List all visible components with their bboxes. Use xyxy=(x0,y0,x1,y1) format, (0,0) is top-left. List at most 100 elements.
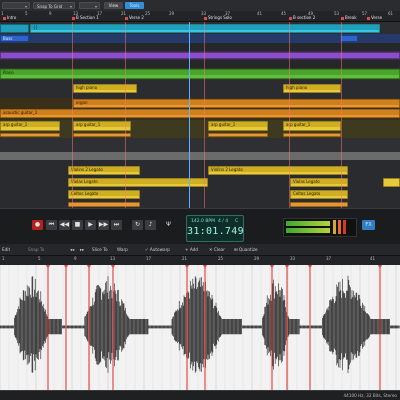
status-bar: 44100 Hz, 32 Bits, Stereo xyxy=(0,390,400,400)
stop-icon: ■ xyxy=(74,221,81,228)
tools-button[interactable]: Tools xyxy=(125,2,144,9)
fx-button[interactable]: FX xyxy=(362,220,375,230)
warp-marker-handle xyxy=(111,265,115,269)
clip-celtos-label: Celtos Legato xyxy=(291,191,347,196)
quantize-button[interactable]: ⊞ Quantize xyxy=(234,246,258,253)
clear-button[interactable]: ✕ Clear xyxy=(209,246,225,253)
ruler-number: 25 xyxy=(218,256,224,261)
marker-verse[interactable]: Verse xyxy=(367,15,382,20)
mode-dropdown[interactable]: ▾ xyxy=(79,2,100,9)
clip-arp-guitar-2[interactable]: arp guitar_1 xyxy=(73,121,131,131)
warp-toggle[interactable]: Warp xyxy=(117,246,128,253)
clip-orange[interactable] xyxy=(68,202,140,207)
view-button[interactable]: View xyxy=(104,2,123,9)
snap-to-dropdown[interactable]: Snap To xyxy=(28,246,44,253)
clip-drums[interactable]: {} xyxy=(30,24,380,33)
clip-orange[interactable] xyxy=(73,133,131,137)
clip-violas-label: Violas Legato xyxy=(69,179,207,184)
clip-celtos-2[interactable]: Celtos Legato xyxy=(290,190,348,199)
metronome-icon: ♪ xyxy=(148,221,153,228)
clip-violas-3[interactable] xyxy=(383,178,400,187)
ruler-number: 41 xyxy=(257,11,263,16)
clip-orange[interactable] xyxy=(283,133,341,137)
clip-arp-guitar-label: arp guitar_1 xyxy=(284,122,340,127)
clip-arp-guitar-1[interactable]: arp guitar_1 xyxy=(0,121,60,131)
clip-synth[interactable] xyxy=(0,52,400,59)
level-meter-left xyxy=(286,221,330,226)
marker-flag-icon xyxy=(204,16,207,20)
marker-line xyxy=(289,22,290,208)
clip-bass[interactable]: Bass xyxy=(0,35,29,42)
marker-intro[interactable]: Intro xyxy=(3,15,16,20)
clip-bass-end[interactable] xyxy=(340,35,358,42)
clip-arp-guitar-label: arp guitar_1 xyxy=(209,122,267,127)
clip-violins-2[interactable]: Violins 2 Legato xyxy=(208,166,348,175)
snap-value-dropdown[interactable]: ▾ xyxy=(2,2,30,9)
edit-tab[interactable]: Edit xyxy=(2,246,10,253)
ruler-number: 29 xyxy=(254,256,260,261)
clip-arp-guitar-label: arp guitar_1 xyxy=(74,122,130,127)
clip-violins-1[interactable]: Violins 2 Legato xyxy=(68,166,140,175)
autowarp-button[interactable]: ✔ Autowarp xyxy=(145,246,170,253)
clip-violins-label: Violins 2 Legato xyxy=(209,167,347,172)
clip-violas-2[interactable]: Violas Legato xyxy=(290,178,348,187)
marker-break[interactable]: Break xyxy=(341,15,357,20)
snap-mode-dropdown[interactable]: Snap To Grid ▾ xyxy=(33,2,75,9)
warp-marker-handle xyxy=(308,265,312,269)
marker-strings-solo[interactable]: Strings Solo xyxy=(204,15,232,20)
prev-icon[interactable]: ◂◂ xyxy=(70,246,74,253)
time-display-panel[interactable]: 142.0 BPM 4 / 4 C 31:01.749 xyxy=(186,215,244,242)
clip-high-piano-2[interactable]: high piano xyxy=(283,84,341,93)
warp-marker-handle xyxy=(285,265,289,269)
clip-violas-1[interactable]: Violas Legato xyxy=(68,178,208,187)
clip-high-piano-label: high piano xyxy=(74,85,136,90)
stop-button[interactable]: ■ xyxy=(72,220,83,230)
clip-orange[interactable] xyxy=(208,133,268,137)
loop-button[interactable]: ↻ xyxy=(132,220,143,230)
metronome-button[interactable]: ♪ xyxy=(145,220,156,230)
playhead[interactable] xyxy=(189,22,190,208)
arrangement-ruler[interactable]: 1 5 9 13 17 21 25 29 33 37 41 45 49 53 5… xyxy=(0,11,400,22)
clip-drums-intro[interactable] xyxy=(0,24,29,33)
rewind-button[interactable]: ⏮ xyxy=(46,220,57,230)
clip-celtos-label: Celtos Legato xyxy=(69,191,139,196)
ruler-number: 25 xyxy=(145,11,151,16)
slice-to-dropdown[interactable]: Slice To xyxy=(92,246,108,253)
arrangement-view[interactable]: {} Bass Piano high piano high piano orga… xyxy=(0,22,400,208)
clip-arp-guitar-4[interactable]: arp guitar_1 xyxy=(283,121,341,131)
editor-toolbar: Edit Snap To ◂◂ ▸▸ Slice To Warp ✔ Autow… xyxy=(0,244,400,256)
clip-orange[interactable] xyxy=(290,202,348,207)
marker-verse-2[interactable]: Verse 2 xyxy=(125,15,144,20)
forward-button[interactable]: ▶▶ xyxy=(98,220,109,230)
marker-b-section-1[interactable]: B Section 1 xyxy=(72,15,99,20)
clip-piano[interactable]: Piano xyxy=(0,69,400,79)
warp-marker-handle xyxy=(185,265,189,269)
ruler-number: 53 xyxy=(334,11,340,16)
record-icon: ● xyxy=(34,221,41,228)
ruler-number: 29 xyxy=(169,11,175,16)
time-readout: 31:01.749 xyxy=(187,226,244,237)
back-button[interactable]: ◀◀ xyxy=(59,220,70,230)
chevron-down-icon: ▾ xyxy=(24,4,27,9)
clip-bass-label: Bass xyxy=(3,36,13,41)
clip-orange[interactable] xyxy=(0,133,60,137)
warp-marker-handle xyxy=(378,265,382,269)
end-button[interactable]: ⏭ xyxy=(111,220,122,230)
clip-high-piano-1[interactable]: high piano xyxy=(73,84,137,93)
peak-indicator xyxy=(338,220,341,234)
play-button[interactable]: ▶ xyxy=(85,220,96,230)
record-button[interactable]: ● xyxy=(32,220,43,230)
clip-celtos-1[interactable]: Celtos Legato xyxy=(68,190,140,199)
waveform-display[interactable] xyxy=(0,265,400,390)
clip-acoustic-guitar[interactable]: acoustic guitar_1 xyxy=(0,109,400,118)
next-icon[interactable]: ▸▸ xyxy=(80,246,84,253)
ruler-number: 9 xyxy=(49,11,52,16)
clip-organ[interactable]: organ xyxy=(73,99,400,108)
clip-arp-guitar-3[interactable]: arp guitar_1 xyxy=(208,121,268,131)
track-lane xyxy=(0,60,400,68)
clip-drums-label: {} xyxy=(31,25,379,30)
waveform-editor[interactable] xyxy=(0,265,400,390)
tempo-adjust[interactable]: Ψ xyxy=(164,220,173,230)
marker-b-section-2[interactable]: B section 2 xyxy=(289,15,315,20)
add-button[interactable]: + Add xyxy=(185,246,198,253)
